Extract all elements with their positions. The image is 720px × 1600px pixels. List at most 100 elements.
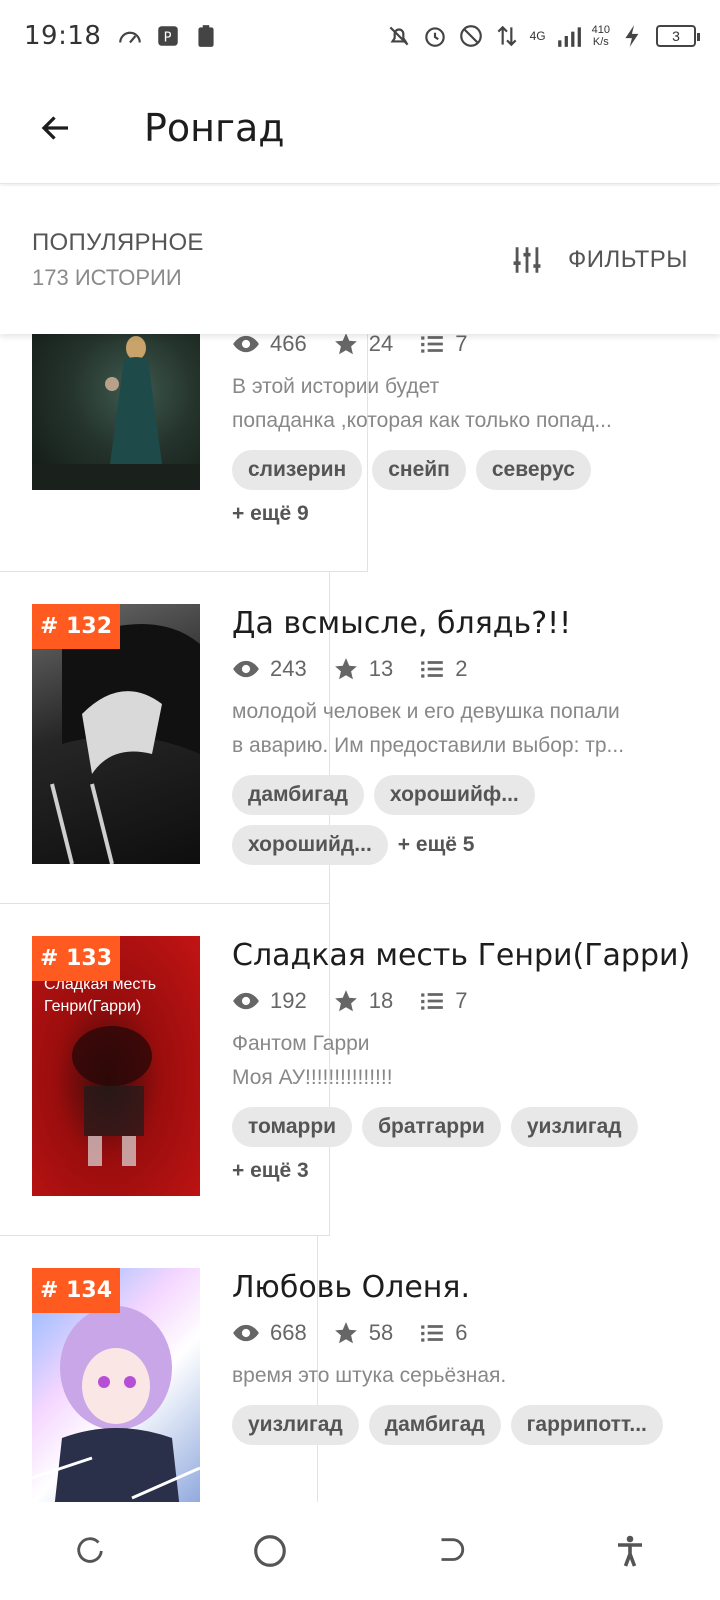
chapters-count: 2 xyxy=(455,656,468,681)
data-transfer-icon xyxy=(497,25,517,47)
story-stats: 243 13 2 xyxy=(232,651,692,687)
list-icon xyxy=(421,993,444,1010)
recent-apps-button[interactable] xyxy=(60,1521,120,1581)
do-not-disturb-icon xyxy=(459,25,482,47)
page-title: Ронгад xyxy=(144,105,285,150)
tag-list-more: + ещё 3 xyxy=(232,1151,692,1191)
story-title[interactable]: Сладкая месть Генри(Гарри) xyxy=(232,938,692,973)
stars-count: 58 xyxy=(368,1320,394,1345)
story-description: Фантом Гарри Моя АУ!!!!!!!!!!!!!!! xyxy=(232,1032,393,1089)
star-icon xyxy=(334,334,357,355)
back-button[interactable] xyxy=(26,98,86,158)
cover-figure-image xyxy=(32,336,200,490)
views-count: 668 xyxy=(270,1320,307,1345)
status-time: 19:18 xyxy=(24,21,102,51)
tag-list: слизерин снейп северус xyxy=(232,450,692,490)
back-nav-icon xyxy=(441,1538,465,1561)
star-icon xyxy=(334,1322,357,1344)
tag-chip[interactable]: северус xyxy=(475,450,591,490)
views-count: 192 xyxy=(270,988,307,1013)
recents-icon xyxy=(77,1537,103,1563)
tag-chip[interactable]: гаррипотт... xyxy=(510,1405,663,1445)
home-circle-icon xyxy=(254,1535,286,1567)
accessibility-icon xyxy=(618,1535,642,1567)
tag-chip[interactable]: снейп xyxy=(372,450,466,490)
tag-list: дамбигад хорошийф... хорошийд... + ещё 5 xyxy=(232,775,692,865)
list-icon xyxy=(421,336,444,353)
more-tags-link[interactable]: + ещё 5 xyxy=(398,825,475,865)
story-cover[interactable] xyxy=(32,334,200,490)
story-list[interactable]: 466 24 7 В этой истории будет попаданка … xyxy=(0,334,720,1502)
tag-chip[interactable]: уизлигад xyxy=(232,1405,359,1445)
story-stats: 466 24 7 xyxy=(232,334,692,362)
battery-indicator: 3 xyxy=(656,25,700,47)
filters-button[interactable]: ФИЛЬТРЫ xyxy=(510,243,688,277)
svg-text:P: P xyxy=(164,30,172,45)
net-speed: 410 K/s xyxy=(591,24,610,48)
more-tags-link[interactable]: + ещё 9 xyxy=(232,494,309,534)
star-icon xyxy=(334,658,357,680)
eye-icon xyxy=(233,660,259,678)
filters-label: ФИЛЬТРЫ xyxy=(567,246,688,273)
views-count: 466 xyxy=(270,334,307,356)
list-icon xyxy=(421,661,444,678)
status-bar: 19:18 P 4G 410 K/s 3 xyxy=(0,0,720,72)
accessibility-button[interactable] xyxy=(600,1521,660,1581)
app-bar: Ронгад xyxy=(0,72,720,184)
story-title[interactable]: Любовь Оленя. xyxy=(232,1270,692,1305)
system-nav-bar xyxy=(0,1502,720,1600)
story-stats: 668 58 6 xyxy=(232,1315,692,1351)
arrow-left-icon xyxy=(41,115,68,140)
stars-count: 24 xyxy=(368,334,394,356)
speedometer-icon xyxy=(119,31,142,44)
eye-icon xyxy=(233,1324,259,1342)
sort-bar: ПОПУЛЯРНОЕ 173 ИСТОРИИ ФИЛЬТРЫ xyxy=(0,186,720,334)
story-card[interactable]: # 132 Да всмысле, блядь?!! 243 13 2 моло… xyxy=(0,572,720,904)
story-cover[interactable]: Сладкая месть Генри(Гарри) # 133 xyxy=(32,936,200,1196)
eye-icon xyxy=(233,992,259,1010)
more-tags-link[interactable]: + ещё 3 xyxy=(232,1151,309,1191)
alarm-icon xyxy=(424,27,445,47)
list-icon xyxy=(421,1325,444,1342)
stars-count: 13 xyxy=(368,656,394,681)
views-count: 243 xyxy=(270,656,307,681)
tag-list: томарри братгарри уизлигад xyxy=(232,1107,692,1147)
charging-icon xyxy=(625,25,639,47)
tag-chip[interactable]: слизерин xyxy=(232,450,363,490)
tag-chip[interactable]: хорошийф... xyxy=(373,775,535,815)
story-title[interactable]: Да всмысле, блядь?!! xyxy=(232,606,692,641)
parking-app-icon: P xyxy=(158,26,179,46)
story-count: 173 ИСТОРИИ xyxy=(32,265,182,290)
home-button[interactable] xyxy=(240,1521,300,1581)
sort-selector[interactable]: ПОПУЛЯРНОЕ 173 ИСТОРИИ xyxy=(32,229,204,291)
tag-chip[interactable]: братгарри xyxy=(362,1107,501,1147)
star-icon xyxy=(334,990,357,1012)
story-card[interactable]: 466 24 7 В этой истории будет попаданка … xyxy=(0,334,720,572)
tag-chip[interactable]: дамбигад xyxy=(232,775,364,815)
tag-chip[interactable]: хорошийд... xyxy=(232,825,388,865)
tag-list-more: + ещё 9 xyxy=(232,494,692,534)
story-cover[interactable]: # 132 xyxy=(32,604,200,864)
story-stats: 192 18 7 xyxy=(232,983,692,1019)
sliders-icon xyxy=(513,247,541,273)
bell-off-icon xyxy=(389,26,409,46)
chapters-count: 6 xyxy=(455,1320,468,1345)
stars-count: 18 xyxy=(368,988,394,1013)
eye-icon xyxy=(233,335,259,353)
story-card[interactable]: Сладкая месть Генри(Гарри) # 133 Сладкая… xyxy=(0,904,720,1236)
signal-icon xyxy=(557,27,581,47)
tag-list: уизлигад дамбигад гаррипотт... xyxy=(232,1405,692,1445)
sort-title: ПОПУЛЯРНОЕ xyxy=(32,229,204,256)
story-description: молодой человек и его девушка попали в а… xyxy=(232,700,625,757)
back-nav-button[interactable] xyxy=(420,1521,480,1581)
tag-chip[interactable]: уизлигад xyxy=(510,1107,638,1147)
story-cover[interactable]: # 134 xyxy=(32,1268,200,1502)
chapters-count: 7 xyxy=(455,334,468,356)
clipboard-icon xyxy=(198,25,215,47)
tag-chip[interactable]: томарри xyxy=(232,1107,353,1147)
chapters-count: 7 xyxy=(455,988,468,1013)
story-description: время это штука серьёзная. xyxy=(232,1364,507,1387)
story-card[interactable]: # 134 Любовь Оленя. 668 58 6 время это ш… xyxy=(0,1236,720,1502)
network-type: 4G xyxy=(529,29,546,43)
tag-chip[interactable]: дамбигад xyxy=(368,1405,501,1445)
